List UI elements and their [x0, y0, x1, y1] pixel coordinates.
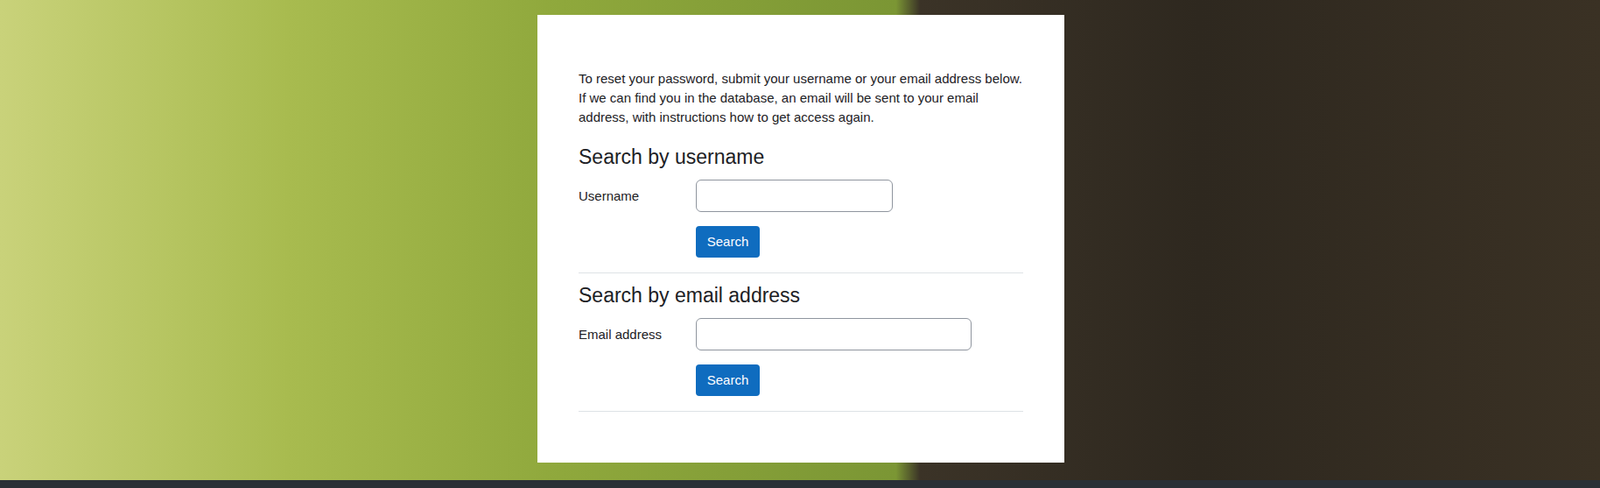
field-label: Email address — [578, 325, 696, 344]
button-row: Search — [578, 364, 1024, 396]
divider — [578, 272, 1024, 274]
button-row: Search — [578, 225, 1024, 258]
search-section: Search by email address Email address Sear… — [578, 282, 1024, 422]
text-input[interactable] — [695, 179, 893, 212]
search-section: Search by username Username Search — [578, 144, 1024, 283]
intro-text: To reset your password, submit your user… — [578, 69, 1024, 127]
footer-bar — [0, 479, 1600, 488]
section-heading: Search by username — [578, 144, 1024, 169]
section-heading: Search by email address — [578, 282, 1024, 308]
field-row: Email address — [578, 317, 1024, 351]
divider — [578, 410, 1024, 412]
field-label: Username — [578, 187, 696, 205]
field-row: Username — [578, 179, 1024, 212]
text-input[interactable] — [695, 317, 972, 351]
reset-card: To reset your password, submit your user… — [537, 14, 1065, 463]
background-photo: To reset your password, submit your user… — [0, 0, 1600, 480]
search-button[interactable]: Search — [695, 364, 760, 396]
search-button[interactable]: Search — [695, 225, 760, 258]
